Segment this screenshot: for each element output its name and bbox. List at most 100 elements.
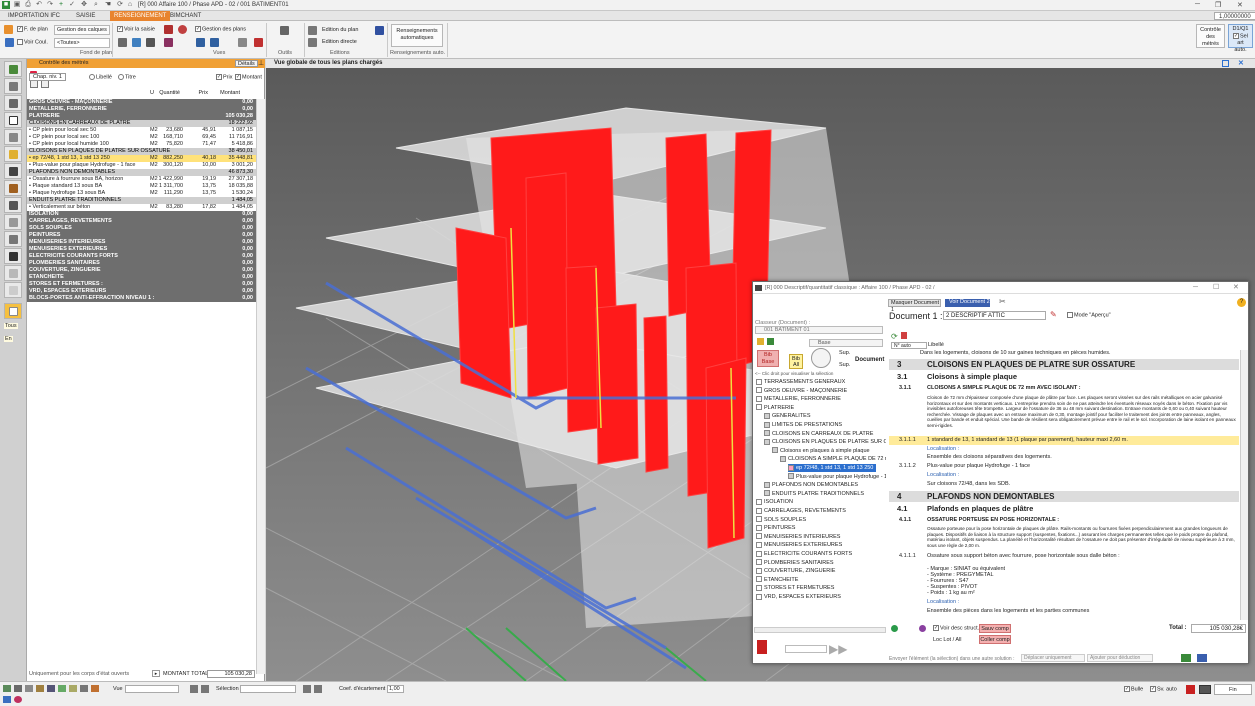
redo-icon[interactable]: ↷ bbox=[46, 1, 54, 9]
renseignements-auto-button[interactable]: Renseignements automatiques bbox=[391, 24, 443, 47]
prix-check[interactable]: ✓ Prix bbox=[216, 74, 232, 80]
status-icon-4[interactable] bbox=[36, 685, 44, 692]
strip-button-5[interactable] bbox=[4, 129, 22, 145]
metre-row[interactable]: VRD, ESPACES EXTERIEURS 0,00 bbox=[27, 288, 256, 295]
status-icon-1[interactable] bbox=[3, 685, 11, 692]
chap-level-select[interactable]: Chap. niv. 1 bbox=[29, 73, 66, 81]
metre-row[interactable]: • ep 72/48, 1 std 13, 1 std 13 250 M2 882,… bbox=[27, 155, 256, 162]
strip-button-10[interactable] bbox=[4, 214, 22, 230]
pin-icon[interactable]: ⊥ bbox=[258, 59, 264, 68]
strip-button-15[interactable] bbox=[4, 303, 22, 319]
strip-button-1[interactable] bbox=[4, 61, 22, 77]
voir-saisie-check[interactable]: ✓ Voir la saisie bbox=[117, 26, 155, 32]
eye-icon[interactable] bbox=[178, 25, 187, 34]
status-icon-10[interactable] bbox=[3, 696, 11, 703]
metre-row[interactable]: ETANCHEITE 0,00 bbox=[27, 274, 256, 281]
tree-node[interactable]: Plus-value pour plaque Hydrofuge - 1 f bbox=[788, 473, 886, 481]
selection-save-icon[interactable] bbox=[303, 685, 311, 693]
add-icon[interactable]: + bbox=[57, 1, 65, 9]
metre-row[interactable]: • CP plein pour local humide 100 M2 75,820… bbox=[27, 141, 256, 148]
tree-node[interactable]: METALLERIE, FERRONNERIE bbox=[756, 395, 841, 403]
status-icon-9[interactable] bbox=[91, 685, 99, 692]
tree-node[interactable]: STORES ET FERMETURES bbox=[756, 584, 834, 592]
dialog-close-icon[interactable]: ✕ bbox=[1233, 282, 1239, 294]
tree-node[interactable]: COUVERTURE, ZINGUERIE bbox=[756, 567, 835, 575]
gestion-plans-button[interactable]: ✓ Gestion des plans bbox=[195, 26, 246, 32]
status-icon-7[interactable] bbox=[69, 685, 77, 692]
minimize-icon[interactable]: ─ bbox=[1195, 1, 1200, 8]
monitor-icon[interactable] bbox=[1199, 685, 1211, 694]
deplacer-select[interactable]: Déplacer uniquement bbox=[1021, 654, 1085, 662]
status-icon-11[interactable] bbox=[14, 696, 22, 703]
tree-node[interactable]: SOLS SOUPLES bbox=[756, 516, 806, 524]
status-purple-icon[interactable] bbox=[919, 625, 926, 632]
folder-tree-icon[interactable] bbox=[757, 338, 764, 345]
status-icon-6[interactable] bbox=[58, 685, 66, 692]
collapse-icon[interactable] bbox=[41, 80, 49, 88]
strip-button-11[interactable] bbox=[4, 231, 22, 247]
strip-button-14[interactable] bbox=[4, 282, 22, 298]
tree-node[interactable]: MENUISERIES INTERIEURES bbox=[756, 533, 840, 541]
metre-row[interactable]: MENUISERIES INTERIEURES 0,00 bbox=[27, 239, 256, 246]
tab-renseignement[interactable]: RENSEIGNEMENT bbox=[110, 11, 171, 21]
metre-row[interactable]: ISOLATION 0,00 bbox=[27, 211, 256, 218]
f-de-plan-check[interactable]: ✓ F. de plan bbox=[17, 26, 48, 32]
doc-item-4-1-1-1[interactable]: 4.1.1.1 Ossature sous support béton avec … bbox=[889, 553, 1239, 560]
help-icon[interactable]: ? bbox=[1237, 298, 1246, 307]
metre-row[interactable]: • CP plein pour local sec 100 M2 168,710 69… bbox=[27, 134, 256, 141]
doc-heading-4-1[interactable]: 4.1 Plafonds en plaques de plâtre bbox=[889, 504, 1239, 514]
doc-heading-3-1[interactable]: 3.1 Cloisons à simple plaque bbox=[889, 372, 1239, 382]
strip-button-7[interactable] bbox=[4, 163, 22, 179]
bib-all-button[interactable]: Bib All bbox=[789, 354, 803, 369]
dialog-maximize-icon[interactable]: ☐ bbox=[1213, 282, 1219, 294]
metre-row[interactable]: GROS OEUVRE - MAÇONNERIE 0,00 bbox=[27, 99, 256, 106]
metre-row[interactable]: ELECTRICITE COURANTS FORTS 0,00 bbox=[27, 253, 256, 260]
tree-node[interactable]: ELECTRICITE COURANTS FORTS bbox=[756, 550, 852, 558]
strip-button-6[interactable] bbox=[4, 146, 22, 162]
tools-icon[interactable]: ✂ bbox=[999, 297, 1006, 306]
metre-row[interactable]: STORES ET FERMETURES : 0,00 bbox=[27, 281, 256, 288]
metre-row[interactable]: PLOMBERIES SANITAIRES 0,00 bbox=[27, 260, 256, 267]
footer-toggle[interactable]: ▸ bbox=[152, 670, 160, 677]
view-icon-3[interactable] bbox=[146, 38, 155, 47]
tree-node[interactable]: GROS OEUVRE - MAÇONNERIE bbox=[756, 387, 847, 395]
panel-scrollbar[interactable] bbox=[256, 99, 265, 674]
metre-row[interactable]: PEINTURES 0,00 bbox=[27, 232, 256, 239]
doc-heading-4-1-1[interactable]: 4.1.1 OSSATURE PORTEUSE EN POSE HORIZONTA… bbox=[889, 517, 1239, 524]
bulle-check[interactable]: ✓ Bulle bbox=[1124, 686, 1143, 692]
n-auto-select[interactable]: N° auto bbox=[891, 342, 927, 349]
titre-radio[interactable]: Titre bbox=[118, 74, 136, 80]
sauv-comp-button[interactable]: Sauv comp bbox=[979, 624, 1011, 633]
sup-wheel-icon[interactable] bbox=[811, 348, 831, 368]
hand-icon[interactable]: ☚ bbox=[104, 1, 112, 9]
book-icon[interactable] bbox=[757, 640, 767, 654]
tree-hscroll[interactable] bbox=[754, 627, 886, 633]
tree-node[interactable]: ep 72/48, 1 std 13, 1 std 13 250 bbox=[788, 464, 877, 472]
doc-heading-3-1-1[interactable]: 3.1.1 CLOISONS A SIMPLE PLAQUE DE 72 mm A… bbox=[889, 385, 1239, 393]
status-icon-3[interactable] bbox=[25, 685, 33, 692]
search-box[interactable] bbox=[785, 645, 827, 653]
metre-row[interactable]: PLATRERIE 105 030,28 bbox=[27, 113, 256, 120]
tree-node[interactable]: PLAFONDS NON DEMONTABLES bbox=[764, 481, 858, 489]
vue-delete-icon[interactable] bbox=[201, 685, 209, 693]
tree-node[interactable]: ETANCHEITE bbox=[756, 576, 798, 584]
metre-row[interactable]: CARRELAGES, REVETEMENTS 0,00 bbox=[27, 218, 256, 225]
montant-check[interactable]: ✓ Montant bbox=[235, 74, 262, 80]
viewport-maximize-icon[interactable] bbox=[1222, 60, 1229, 67]
mode-apercu-check[interactable]: Mode "Aperçu" bbox=[1067, 312, 1111, 318]
strip-button-8[interactable] bbox=[4, 180, 22, 196]
libelle-radio[interactable]: Libellé bbox=[89, 74, 112, 80]
doc-heading-3[interactable]: 3 CLOISONS EN PLAQUES DE PLATRE SUR OSSAT… bbox=[889, 359, 1239, 370]
maximize-icon[interactable]: ❐ bbox=[1215, 1, 1221, 9]
vue-select[interactable] bbox=[125, 685, 179, 693]
ajouter-select[interactable]: Ajouter pour déduction bbox=[1087, 654, 1153, 662]
metre-row[interactable]: CLOISONS EN CARREAUX DE PLATRE 18 222,92 bbox=[27, 120, 256, 127]
move-icon[interactable]: ✥ bbox=[80, 1, 88, 9]
bib-base-button[interactable]: Bib Base bbox=[757, 350, 779, 367]
delete-icon[interactable] bbox=[254, 38, 263, 47]
d1q1-button[interactable]: D1/Q1 ✓ Sel art auto. bbox=[1228, 24, 1253, 53]
layer-select[interactable]: <Toutes> bbox=[54, 38, 110, 48]
status-icon-8[interactable] bbox=[80, 685, 88, 692]
selection-select[interactable] bbox=[240, 685, 296, 693]
export-icon[interactable] bbox=[1181, 654, 1191, 662]
